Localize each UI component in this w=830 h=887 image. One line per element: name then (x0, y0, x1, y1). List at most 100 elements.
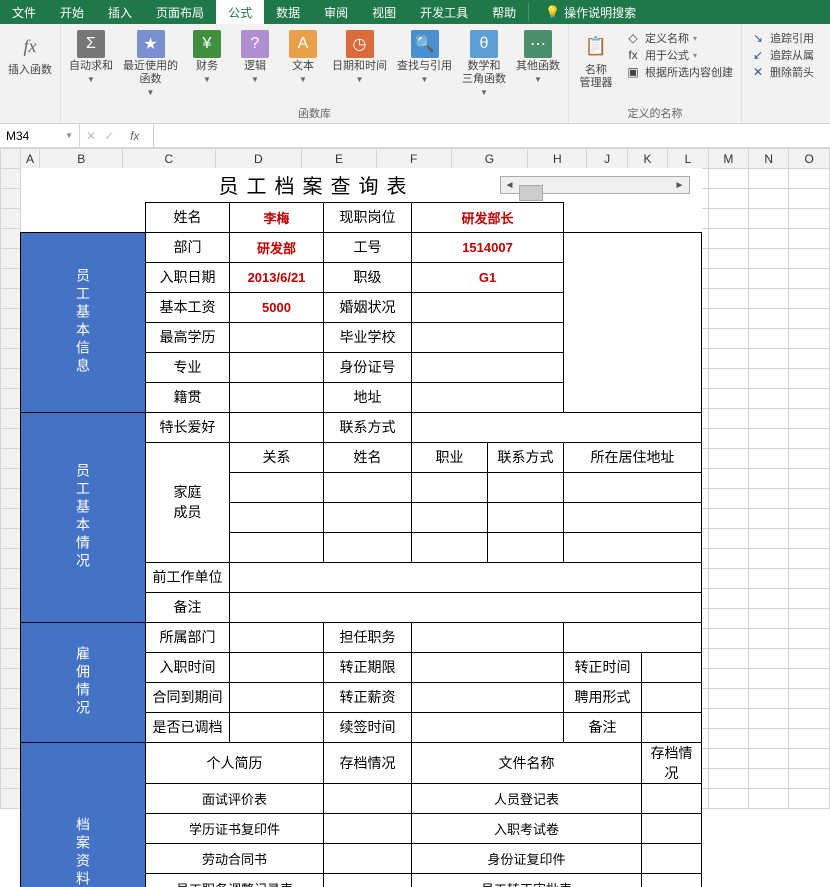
tab-dev[interactable]: 开发工具 (408, 0, 480, 24)
cell[interactable] (708, 349, 748, 369)
col-header[interactable]: L (668, 149, 708, 169)
fn-7[interactable]: θ数学和 三角函数▼ (458, 28, 510, 99)
cell[interactable] (708, 249, 748, 269)
cell[interactable] (789, 289, 830, 309)
row-header[interactable] (1, 309, 21, 329)
cell[interactable] (749, 589, 789, 609)
row-header[interactable] (1, 429, 21, 449)
row-header[interactable] (1, 209, 21, 229)
col-header[interactable]: E (302, 149, 377, 169)
fx-button[interactable]: fx (122, 129, 147, 143)
cell[interactable] (749, 229, 789, 249)
cell[interactable] (708, 489, 748, 509)
row-header[interactable] (1, 389, 21, 409)
cell[interactable] (749, 369, 789, 389)
name-cmd-1[interactable]: fx用于公式 ▾ (625, 47, 733, 63)
row-header[interactable] (1, 509, 21, 529)
cell[interactable] (708, 609, 748, 629)
cell[interactable] (789, 549, 830, 569)
cell[interactable] (789, 749, 830, 769)
trace-cmd-0[interactable]: ↘追踪引用 (750, 30, 814, 46)
cell[interactable] (708, 369, 748, 389)
fn-2[interactable]: ¥财务▼ (184, 28, 230, 86)
cell[interactable] (708, 729, 748, 749)
cell[interactable] (749, 189, 789, 209)
cell[interactable] (789, 349, 830, 369)
cell[interactable] (789, 329, 830, 349)
cell[interactable] (749, 269, 789, 289)
cell[interactable] (789, 389, 830, 409)
row-header[interactable] (1, 549, 21, 569)
cell[interactable] (749, 569, 789, 589)
row-header[interactable] (1, 329, 21, 349)
enter-icon[interactable]: ✓ (104, 129, 114, 143)
row-header[interactable] (1, 709, 21, 729)
cell[interactable] (749, 289, 789, 309)
cell[interactable] (789, 489, 830, 509)
fn-5[interactable]: ◷日期和时间▼ (328, 28, 391, 86)
cell[interactable] (749, 529, 789, 549)
cell[interactable] (789, 669, 830, 689)
cell[interactable] (789, 209, 830, 229)
cell[interactable] (789, 369, 830, 389)
cell[interactable] (749, 709, 789, 729)
cell[interactable] (789, 409, 830, 429)
cell[interactable] (749, 449, 789, 469)
cell[interactable] (749, 729, 789, 749)
row-header[interactable] (1, 789, 21, 809)
trace-cmd-2[interactable]: ✕删除箭头 (750, 64, 814, 80)
cell[interactable] (749, 329, 789, 349)
cell[interactable] (708, 389, 748, 409)
cell[interactable] (708, 669, 748, 689)
row-header[interactable] (1, 449, 21, 469)
cell[interactable] (708, 649, 748, 669)
row-header[interactable] (1, 469, 21, 489)
cell[interactable] (708, 209, 748, 229)
name-cmd-2[interactable]: ▣根据所选内容创建 (625, 64, 733, 80)
fn-1[interactable]: ★最近使用的 函数▼ (119, 28, 182, 99)
cell[interactable] (789, 689, 830, 709)
cell[interactable] (708, 449, 748, 469)
cell[interactable] (708, 549, 748, 569)
col-header[interactable]: B (40, 149, 123, 169)
cell[interactable] (708, 689, 748, 709)
cell[interactable] (789, 269, 830, 289)
tell-me[interactable]: 💡 操作说明搜索 (533, 0, 648, 24)
cell[interactable] (789, 609, 830, 629)
cell[interactable] (789, 449, 830, 469)
row-header[interactable] (1, 249, 21, 269)
col-header[interactable]: J (587, 149, 627, 169)
row-header[interactable] (1, 349, 21, 369)
col-header[interactable]: H (528, 149, 587, 169)
cell[interactable] (708, 789, 748, 809)
cell[interactable] (749, 629, 789, 649)
cell[interactable] (789, 189, 830, 209)
cell[interactable] (749, 389, 789, 409)
row-header[interactable] (1, 769, 21, 789)
cell[interactable] (708, 469, 748, 489)
tab-view[interactable]: 视图 (360, 0, 408, 24)
name-cmd-0[interactable]: ◇定义名称 ▾ (625, 30, 733, 46)
cell[interactable] (749, 509, 789, 529)
cell[interactable] (789, 229, 830, 249)
row-header[interactable] (1, 289, 21, 309)
cell[interactable] (708, 629, 748, 649)
row-header[interactable] (1, 609, 21, 629)
cell[interactable] (749, 469, 789, 489)
cell[interactable] (708, 509, 748, 529)
trace-cmd-1[interactable]: ↙追踪从属 (750, 47, 814, 63)
cell[interactable] (789, 529, 830, 549)
fn-0[interactable]: Σ自动求和▼ (65, 28, 117, 86)
scroll-right-icon[interactable]: ► (671, 180, 689, 191)
cell[interactable] (749, 429, 789, 449)
cell[interactable] (749, 349, 789, 369)
cell[interactable] (708, 529, 748, 549)
col-header[interactable]: M (708, 149, 748, 169)
cancel-icon[interactable]: ✕ (86, 129, 96, 143)
row-header[interactable] (1, 729, 21, 749)
row-header[interactable] (1, 749, 21, 769)
cell[interactable] (789, 469, 830, 489)
scroll-left-icon[interactable]: ◄ (501, 180, 519, 191)
cell[interactable] (789, 569, 830, 589)
cell[interactable] (749, 409, 789, 429)
